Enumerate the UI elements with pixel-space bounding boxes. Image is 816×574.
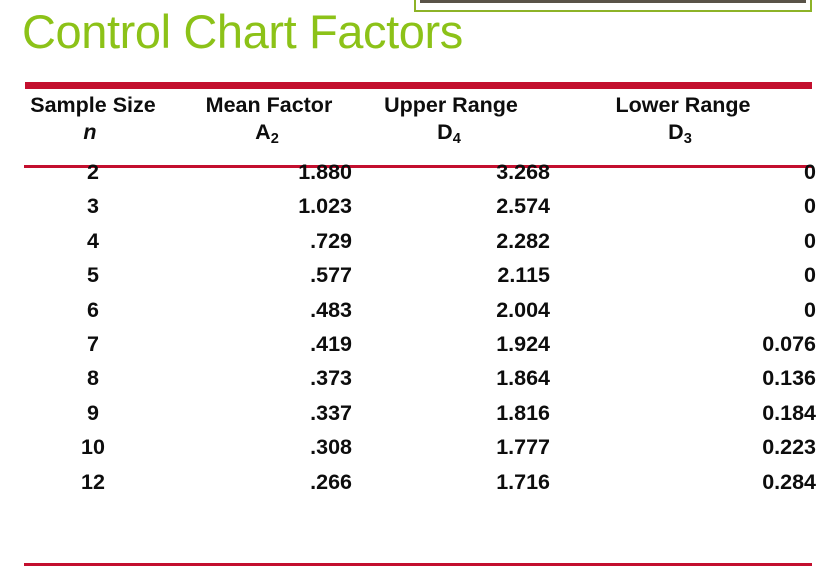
cell-sample-size: 5 xyxy=(87,263,99,288)
cell-mean-factor: .337 xyxy=(310,400,352,425)
cell-sample-size: 9 xyxy=(87,400,99,425)
cell-sample-size: 10 xyxy=(81,435,105,460)
cell-mean-factor: .729 xyxy=(310,228,352,253)
slide: Control Chart Factors Sample Size n Mean… xyxy=(0,0,816,574)
column-header-sample-size-symbol: n xyxy=(83,120,97,144)
cell-lower-range: 0.076 xyxy=(762,332,816,357)
cell-sample-size: 12 xyxy=(81,469,105,494)
cell-upper-range: 1.816 xyxy=(496,400,550,425)
cell-upper-range: 3.268 xyxy=(496,160,550,184)
table-row: 12 .266 1.716 0.284 xyxy=(0,465,816,499)
table-row: 3 1.023 2.574 0 xyxy=(0,189,816,223)
control-chart-factors-table: Sample Size n Mean Factor A2 Upper Range… xyxy=(0,92,816,499)
cell-lower-range: 0.284 xyxy=(762,469,816,494)
symbol-d4: D xyxy=(437,120,453,144)
column-header-sample-size: Sample Size n xyxy=(0,92,186,155)
cell-sample-size: 2 xyxy=(87,160,99,184)
cell-mean-factor: .577 xyxy=(310,263,352,288)
table-row: 2 1.880 3.268 0 xyxy=(0,155,816,189)
column-header-mean-factor: Mean Factor A2 xyxy=(186,92,352,155)
cell-mean-factor: .266 xyxy=(310,469,352,494)
cell-lower-range: 0 xyxy=(804,228,816,253)
cell-mean-factor: 1.023 xyxy=(298,194,352,219)
column-header-upper-range-symbol: D4 xyxy=(352,119,550,149)
cell-lower-range: 0.223 xyxy=(762,435,816,460)
cell-lower-range: 0.184 xyxy=(762,400,816,425)
cell-lower-range: 0.136 xyxy=(762,366,816,391)
table-row: 10 .308 1.777 0.223 xyxy=(0,430,816,464)
cell-lower-range: 0 xyxy=(804,263,816,288)
table-body: 2 1.880 3.268 0 3 1.023 2.574 0 4 .729 2.282 0 5 .577… xyxy=(0,155,816,499)
column-header-upper-range: Upper Range D4 xyxy=(352,92,550,155)
column-header-lower-range-symbol: D3 xyxy=(550,119,816,149)
cell-sample-size: 7 xyxy=(87,332,99,357)
table-row: 4 .729 2.282 0 xyxy=(0,224,816,258)
column-header-mean-factor-title: Mean Factor xyxy=(205,93,333,117)
cell-upper-range: 2.282 xyxy=(496,228,550,253)
table-row: 9 .337 1.816 0.184 xyxy=(0,396,816,430)
table-header: Sample Size n Mean Factor A2 Upper Range… xyxy=(0,92,816,155)
cell-sample-size: 8 xyxy=(87,366,99,391)
symbol-a-subscript: 2 xyxy=(270,131,279,147)
cell-upper-range: 1.777 xyxy=(496,435,550,460)
column-header-sample-size-title: Sample Size xyxy=(30,93,156,117)
cell-mean-factor: .308 xyxy=(310,435,352,460)
column-header-upper-range-title: Upper Range xyxy=(384,93,518,117)
table-rule-bottom xyxy=(24,563,812,566)
table-row: 8 .373 1.864 0.136 xyxy=(0,361,816,395)
cell-sample-size: 3 xyxy=(87,194,99,219)
symbol-a: A xyxy=(255,120,271,144)
cell-upper-range: 1.716 xyxy=(496,469,550,494)
symbol-d3: D xyxy=(668,120,684,144)
cell-lower-range: 0 xyxy=(804,160,816,184)
cell-upper-range: 2.115 xyxy=(497,263,550,288)
cell-mean-factor: .483 xyxy=(310,297,352,322)
header-rule-top xyxy=(25,82,812,89)
column-header-mean-factor-symbol: A2 xyxy=(186,119,352,149)
cell-sample-size: 6 xyxy=(87,297,99,322)
cell-mean-factor: .373 xyxy=(310,366,352,391)
cell-sample-size: 4 xyxy=(87,228,99,253)
symbol-d3-subscript: 3 xyxy=(683,131,692,147)
table-row: 6 .483 2.004 0 xyxy=(0,293,816,327)
column-header-lower-range-title: Lower Range xyxy=(615,93,751,117)
cell-mean-factor: .419 xyxy=(310,332,352,357)
cell-mean-factor: 1.880 xyxy=(298,160,352,184)
cell-lower-range: 0 xyxy=(804,194,816,219)
table-header-row: Sample Size n Mean Factor A2 Upper Range… xyxy=(0,92,816,155)
column-header-lower-range: Lower Range D3 xyxy=(550,92,816,155)
symbol-d4-subscript: 4 xyxy=(452,131,461,147)
cell-upper-range: 1.924 xyxy=(496,332,550,357)
page-title: Control Chart Factors xyxy=(22,5,463,58)
cell-lower-range: 0 xyxy=(804,297,816,322)
cell-upper-range: 2.574 xyxy=(496,194,550,219)
cell-upper-range: 1.864 xyxy=(496,366,550,391)
table-row: 5 .577 2.115 0 xyxy=(0,258,816,292)
cell-upper-range: 2.004 xyxy=(496,297,550,322)
table-row: 7 .419 1.924 0.076 xyxy=(0,327,816,361)
